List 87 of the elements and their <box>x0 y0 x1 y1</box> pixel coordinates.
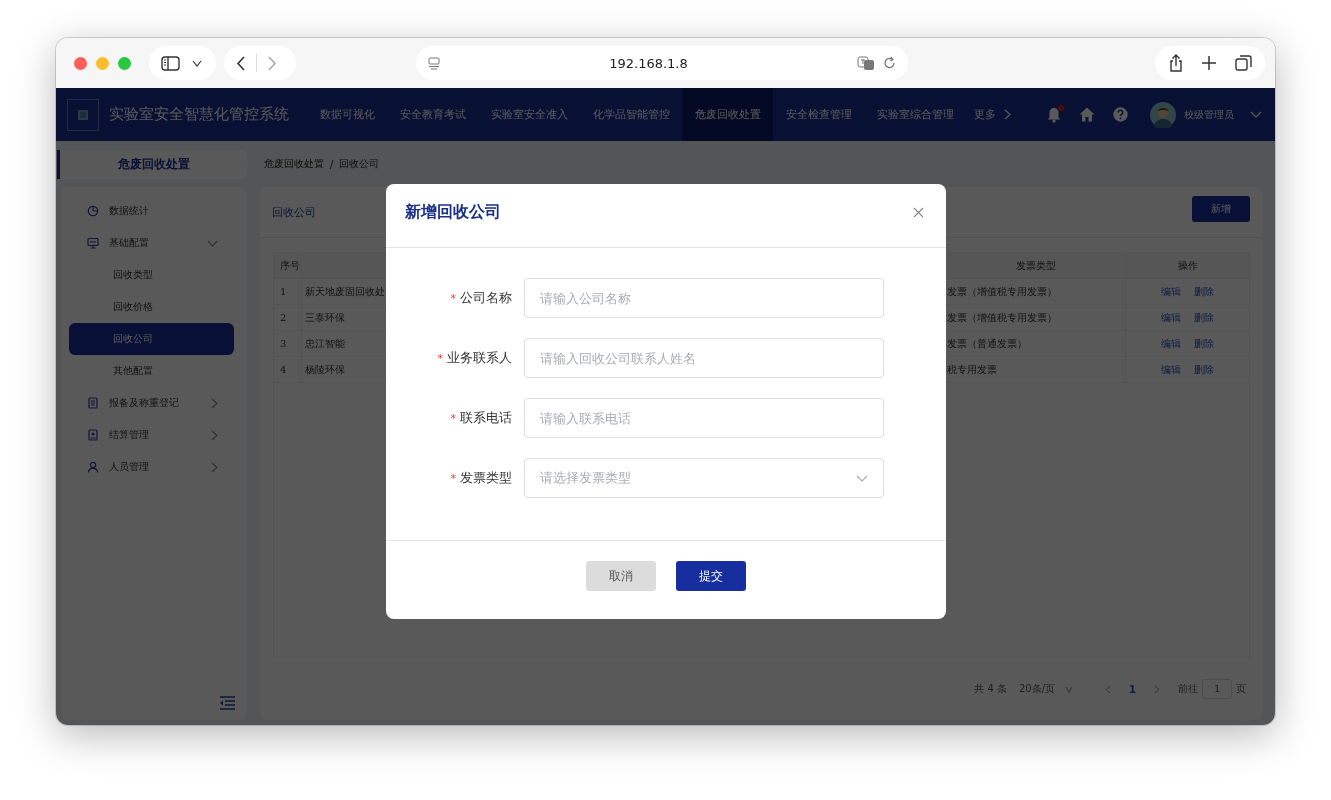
table-cell: 4 <box>274 357 302 382</box>
user-name[interactable]: 校级管理员 <box>1184 107 1234 122</box>
chevron-down-icon <box>856 474 868 482</box>
home-icon[interactable] <box>1079 107 1095 122</box>
add-button[interactable]: 新增 <box>1192 196 1250 222</box>
input-field[interactable]: 请输入回收公司联系人姓名 <box>524 338 884 378</box>
next-page-icon[interactable] <box>1154 684 1160 694</box>
close-icon[interactable] <box>913 207 924 218</box>
notification-dot <box>1058 104 1064 111</box>
table-cell: 2 <box>274 305 302 330</box>
person-icon <box>87 461 99 473</box>
nav-tab[interactable]: 安全教育考试 <box>387 88 478 141</box>
dialog-title: 新增回收公司 <box>405 202 501 223</box>
forward-icon[interactable] <box>267 55 277 71</box>
page-input[interactable]: 1 <box>1202 679 1232 699</box>
pie-chart-icon <box>87 205 99 217</box>
field-label: 发票类型 <box>460 470 512 485</box>
chevron-down-icon[interactable] <box>1250 111 1262 118</box>
breadcrumb-item[interactable]: 危废回收处置 <box>264 157 324 171</box>
total-count: 共 4 条 <box>974 682 1007 696</box>
more-menu[interactable]: 更多 <box>974 107 996 122</box>
required-mark: * <box>437 352 443 365</box>
input-field[interactable]: 请输入联系电话 <box>524 398 884 438</box>
id-card-icon <box>87 429 99 441</box>
new-tab-icon[interactable] <box>1201 56 1216 70</box>
sidebar-item[interactable]: 结算管理 <box>69 419 234 451</box>
action-link[interactable]: 删除 <box>1194 336 1214 351</box>
bell-icon[interactable] <box>1047 106 1061 123</box>
chevron-down-icon <box>1065 685 1074 693</box>
action-link[interactable]: 删除 <box>1194 284 1214 299</box>
reload-icon[interactable] <box>883 56 896 70</box>
monitor-icon <box>87 237 99 249</box>
chevron-right-icon <box>1004 109 1011 120</box>
nav-tab[interactable]: 危废回收处置 <box>682 88 773 141</box>
action-link[interactable]: 编辑 <box>1161 336 1181 351</box>
app-title: 实验室安全智慧化管控系统 <box>109 105 289 124</box>
breadcrumb-item: 回收公司 <box>339 157 380 171</box>
input-field[interactable]: 请输入公司名称 <box>524 278 884 318</box>
sidebar-item[interactable]: 人员管理 <box>69 451 234 483</box>
action-link[interactable]: 删除 <box>1194 310 1214 325</box>
field-label: 公司名称 <box>460 290 512 305</box>
action-link[interactable]: 编辑 <box>1161 310 1181 325</box>
chevron-down-icon <box>192 59 202 67</box>
sidebar-icon[interactable] <box>161 55 180 71</box>
nav-tab[interactable]: 数据可视化 <box>307 88 387 141</box>
nav-tab[interactable]: 实验室安全准入 <box>478 88 580 141</box>
select-field[interactable]: 请选择发票类型 <box>524 458 884 498</box>
address-text[interactable]: 192.168.1.8 <box>609 55 688 71</box>
back-icon[interactable] <box>236 55 246 71</box>
help-icon[interactable] <box>1113 107 1128 122</box>
nav-tab[interactable]: 实验室综合管理 <box>864 88 966 141</box>
submenu-item[interactable]: 回收公司 <box>69 323 234 355</box>
table-cell-text: 新天地废固回收处 <box>304 284 386 299</box>
submit-button[interactable]: 提交 <box>676 561 746 591</box>
table-cell: 3 <box>274 331 302 356</box>
required-mark: * <box>450 472 456 485</box>
page-number[interactable]: 1 <box>1129 683 1136 695</box>
logo-icon <box>78 109 88 120</box>
section-title-tab[interactable]: 危废回收处置 <box>57 150 247 179</box>
collapse-menu-icon[interactable] <box>219 696 236 710</box>
submenu-item[interactable]: 回收价格 <box>69 291 234 323</box>
sidebar-item[interactable]: 数据统计 <box>69 195 234 227</box>
document-icon <box>87 397 99 409</box>
column-header: 序号 <box>274 253 302 278</box>
maximize-icon[interactable] <box>118 56 131 70</box>
nav-tab[interactable]: 化学品智能管控 <box>580 88 682 141</box>
breadcrumb-separator: / <box>330 158 334 170</box>
minimize-icon[interactable] <box>96 56 109 70</box>
table-cell: 1 <box>274 279 302 304</box>
field-label: 联系电话 <box>460 410 512 425</box>
required-mark: * <box>450 292 456 305</box>
prev-page-icon[interactable] <box>1105 684 1112 694</box>
action-link[interactable]: 删除 <box>1194 362 1214 377</box>
translate-icon[interactable] <box>857 55 875 71</box>
column-header: 操作 <box>1176 258 1199 273</box>
nav-tab[interactable]: 安全检查管理 <box>773 88 864 141</box>
share-icon[interactable] <box>1168 54 1183 72</box>
close-icon[interactable] <box>74 56 87 70</box>
required-mark: * <box>450 412 456 425</box>
panel-title: 回收公司 <box>272 204 316 220</box>
avatar-icon[interactable] <box>1150 101 1176 128</box>
tabs-icon[interactable] <box>1234 54 1252 72</box>
field-label: 业务联系人 <box>447 350 512 365</box>
action-link[interactable]: 编辑 <box>1161 362 1181 377</box>
action-link[interactable]: 编辑 <box>1161 284 1181 299</box>
page-icon <box>428 56 440 70</box>
cancel-button[interactable]: 取消 <box>586 561 656 591</box>
